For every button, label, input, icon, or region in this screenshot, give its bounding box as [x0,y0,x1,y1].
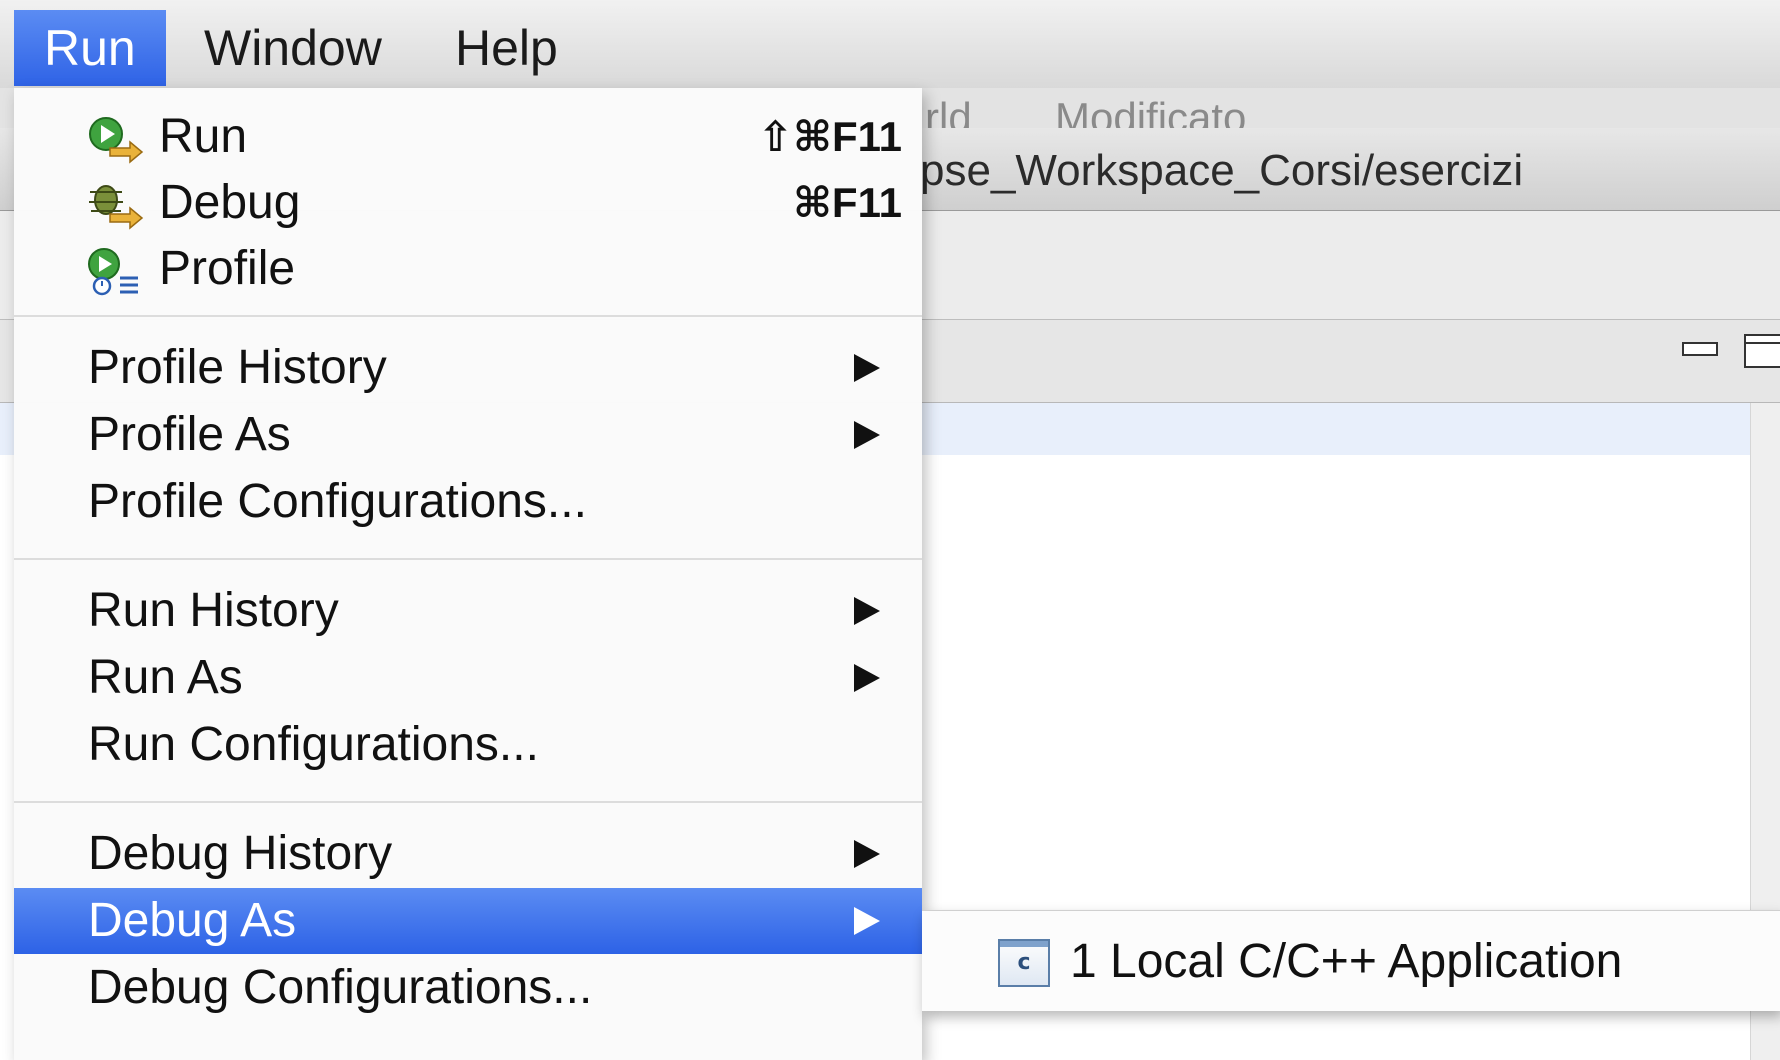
menu-bar: Run Window Help [0,0,1780,89]
menu-item-label: Run Configurations... [88,718,539,771]
menu-item-run[interactable]: Run ⇧⌘F11 [14,104,922,170]
menu-item-run-history[interactable]: Run History [14,578,922,644]
menu-item-label: Debug Configurations... [88,961,593,1014]
menu-item-debug-as[interactable]: Debug As [14,888,922,954]
c-application-icon: c [998,939,1050,987]
menu-help[interactable]: Help [425,10,588,86]
menu-item-label: Profile History [88,341,387,394]
minimize-icon[interactable] [1682,342,1718,356]
menu-item-label: Debug History [88,827,393,880]
menu-run[interactable]: Run [14,10,166,86]
submenu-arrow-icon [854,664,880,692]
maximize-icon[interactable] [1744,334,1780,368]
menu-window[interactable]: Window [174,10,412,86]
submenu-item-local-cpp-application[interactable]: c 1 Local C/C++ Application [922,927,1780,997]
menu-item-profile-as[interactable]: Profile As [14,402,922,468]
menu-item-profile-configurations[interactable]: Profile Configurations... [14,469,922,535]
menu-item-profile-history[interactable]: Profile History [14,335,922,401]
debug-icon [86,180,146,230]
menu-item-label: Debug As [88,894,297,947]
menu-item-run-configurations[interactable]: Run Configurations... [14,712,922,778]
shortcut-label: ⌘F11 [792,179,902,226]
menu-item-debug-configurations[interactable]: Debug Configurations... [14,955,922,1021]
submenu-item-label: 1 Local C/C++ Application [1070,935,1623,988]
menu-item-label: Profile [159,242,296,295]
menu-item-label: Profile Configurations... [88,475,587,528]
menu-item-debug-history[interactable]: Debug History [14,821,922,887]
menu-item-label: Run As [88,651,243,704]
debug-as-submenu: c 1 Local C/C++ Application [922,910,1780,1011]
menu-separator [14,315,922,317]
menu-item-debug[interactable]: Debug ⌘F11 [14,170,922,236]
menu-item-run-as[interactable]: Run As [14,645,922,711]
profile-icon [86,246,146,296]
window-title: pse_Workspace_Corsi/esercizi [920,146,1524,195]
menu-separator [14,801,922,803]
submenu-arrow-icon [854,354,880,382]
menu-item-profile[interactable]: Profile [14,236,922,302]
menu-item-label: Debug [159,176,301,229]
menu-item-label: Profile As [88,408,291,461]
run-icon [86,114,146,164]
editor-tab[interactable]: rld [925,88,972,141]
shortcut-label: ⇧⌘F11 [757,113,902,160]
menu-separator [14,558,922,560]
run-menu-dropdown: Run ⇧⌘F11 Debug ⌘F11 Profile Profile His… [14,88,922,1060]
submenu-arrow-icon [854,840,880,868]
submenu-arrow-icon [854,907,880,935]
editor-tab[interactable]: Modificato [1055,88,1246,141]
submenu-arrow-icon [854,421,880,449]
menu-item-label: Run History [88,584,339,637]
menu-item-label: Run [159,110,248,163]
submenu-arrow-icon [854,597,880,625]
